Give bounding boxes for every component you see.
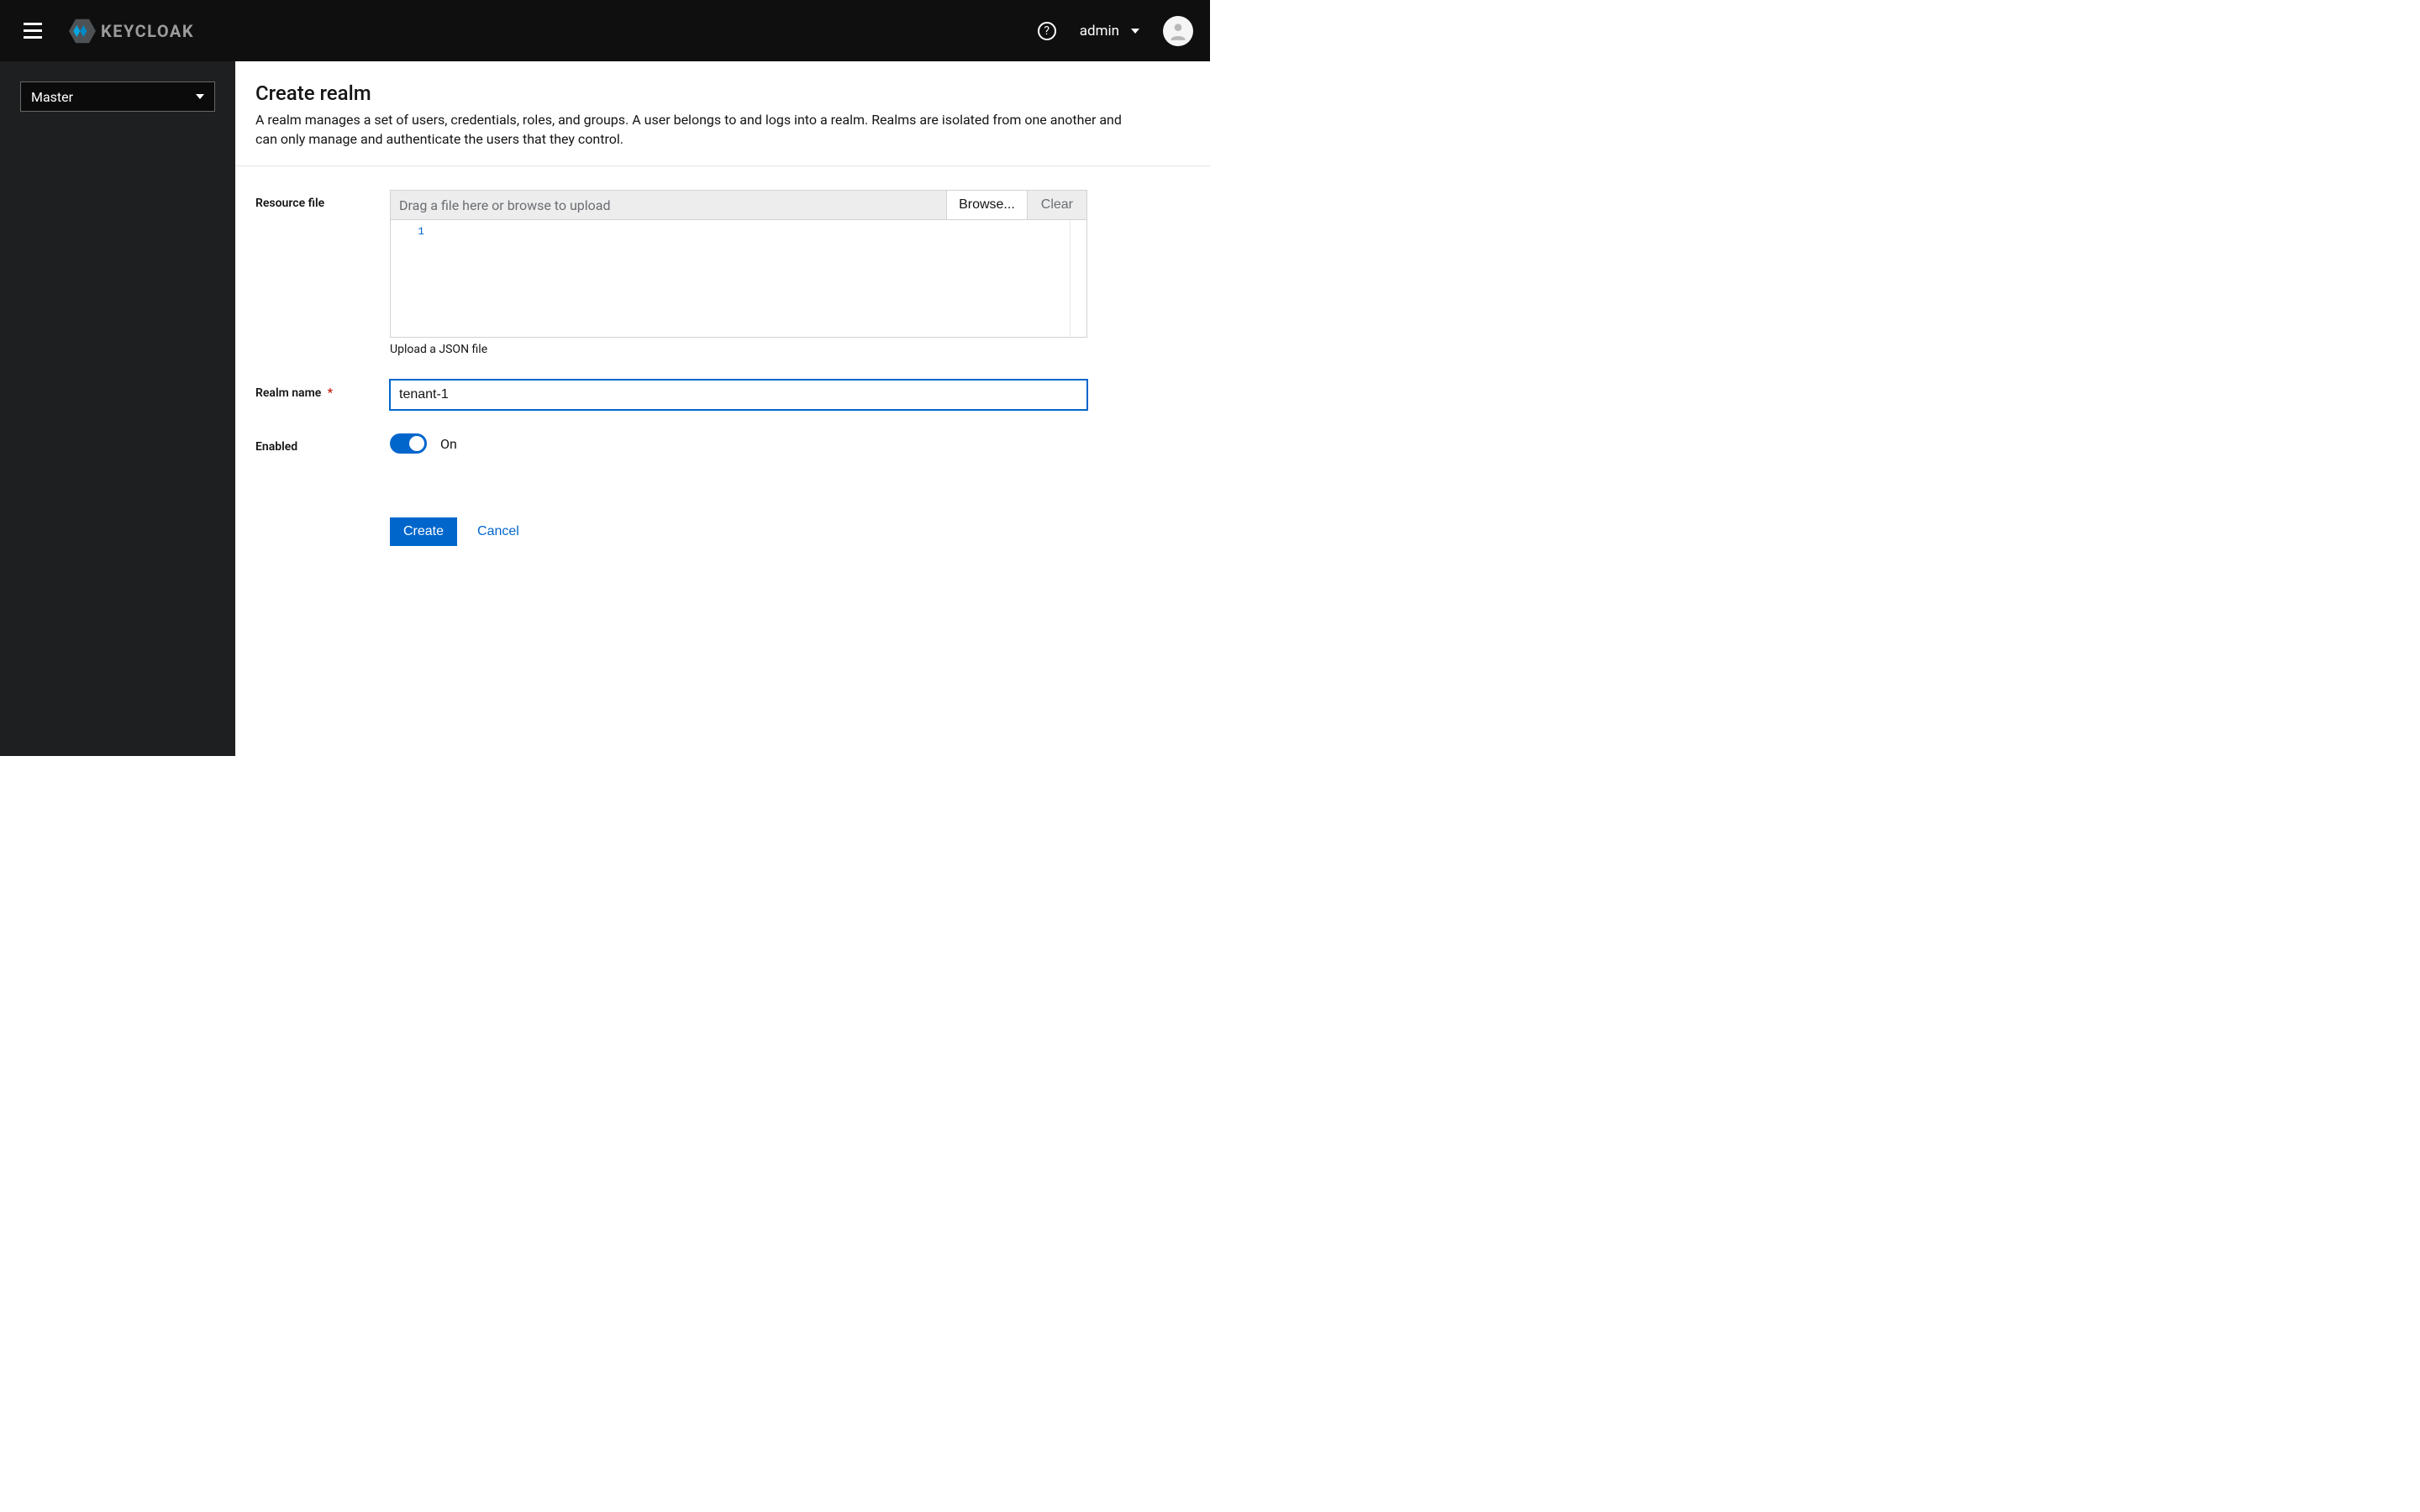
chevron-down-icon xyxy=(196,94,204,99)
realm-name-field: Realm name * xyxy=(255,380,1190,410)
page-title: Create realm xyxy=(255,81,1190,105)
help-icon[interactable]: ? xyxy=(1038,22,1056,40)
realm-selector-dropdown[interactable]: Master xyxy=(20,81,215,112)
resource-file-label: Resource file xyxy=(255,190,390,356)
clear-button[interactable]: Clear xyxy=(1027,191,1086,219)
main-content: Create realm A realm manages a set of us… xyxy=(235,61,1210,756)
realm-name-input[interactable] xyxy=(390,380,1087,410)
app-header: KEYCLOAK ? admin xyxy=(0,0,1210,61)
file-drop-zone[interactable]: Drag a file here or browse to upload xyxy=(391,191,946,219)
realm-selector-label: Master xyxy=(31,89,73,105)
editor-gutter: 1 xyxy=(391,220,431,337)
page-description: A realm manages a set of users, credenti… xyxy=(255,110,1146,149)
cancel-button[interactable]: Cancel xyxy=(477,524,519,539)
header-left: KEYCLOAK xyxy=(17,16,194,45)
file-upload-bar: Drag a file here or browse to upload Bro… xyxy=(390,190,1087,220)
app-logo-text: KEYCLOAK xyxy=(101,21,194,41)
form-actions: Create Cancel xyxy=(255,477,1190,546)
json-editor[interactable]: 1 xyxy=(390,220,1087,338)
app-logo[interactable]: KEYCLOAK xyxy=(69,18,194,45)
avatar[interactable] xyxy=(1163,16,1193,46)
sidebar: Master xyxy=(0,61,235,756)
chevron-down-icon xyxy=(1131,29,1139,34)
enabled-label: Enabled xyxy=(255,433,390,454)
header-right: ? admin xyxy=(1038,16,1193,46)
resource-file-helper: Upload a JSON file xyxy=(390,343,1087,356)
realm-name-label: Realm name * xyxy=(255,380,390,410)
browse-button[interactable]: Browse... xyxy=(946,191,1027,219)
resource-file-field: Resource file Drag a file here or browse… xyxy=(255,190,1190,356)
enabled-state-label: On xyxy=(440,436,457,452)
enabled-toggle[interactable] xyxy=(390,433,427,454)
user-menu-dropdown[interactable]: admin xyxy=(1080,23,1139,39)
enabled-field: Enabled On xyxy=(255,433,1190,454)
required-marker: * xyxy=(328,386,333,400)
user-label: admin xyxy=(1080,23,1119,39)
hamburger-menu-button[interactable] xyxy=(17,16,49,45)
editor-textarea[interactable] xyxy=(431,220,1070,337)
keycloak-logo-icon xyxy=(69,18,96,45)
create-button[interactable]: Create xyxy=(390,517,457,546)
divider xyxy=(235,165,1210,166)
